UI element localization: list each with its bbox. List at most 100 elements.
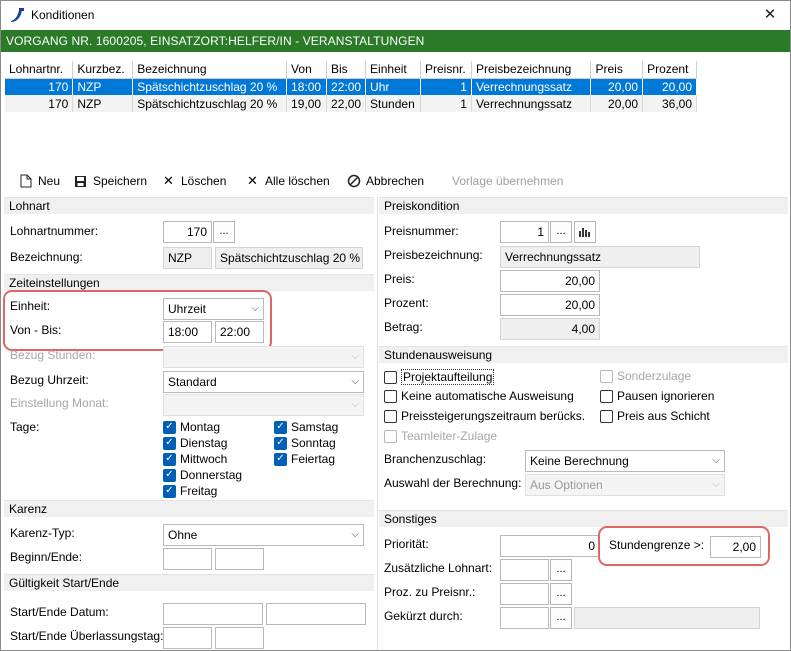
zusaetzliche-lohnart-label: Zusätzliche Lohnart: (384, 561, 493, 575)
einstellung-monat-label: Einstellung Monat: (10, 396, 109, 410)
column-header[interactable]: Preisnr. (420, 61, 472, 79)
prioritaet-label: Priorität: (384, 537, 429, 551)
start-datum-input[interactable] (163, 603, 263, 625)
gekuerzt-durch-input[interactable] (500, 607, 549, 629)
column-header[interactable]: Preisbezeichnung (471, 61, 592, 79)
column-header[interactable]: Prozent (642, 61, 697, 79)
checkbox-unchecked-icon (600, 409, 613, 423)
preisnummer-input[interactable]: 1 (500, 221, 549, 243)
proz-zu-preisnr-lookup-button[interactable]: ... (550, 583, 572, 605)
day-checkbox-dienstag[interactable]: ✓ Dienstag (163, 436, 227, 450)
karenz-typ-label: Karenz-Typ: (10, 526, 75, 540)
zusaetzliche-lohnart-input[interactable] (500, 559, 549, 581)
karenz-typ-select[interactable]: Ohne ⌵ (163, 524, 364, 546)
checkbox-unchecked-icon (600, 389, 613, 403)
bezug-uhrzeit-select[interactable]: Standard ⌵ (163, 371, 364, 393)
karenz-beginn-input[interactable] (163, 548, 212, 570)
auswahl-berechnung-select[interactable]: Aus Optionen ⌵ (525, 474, 725, 496)
day-checkbox-freitag[interactable]: ✓ Freitag (163, 484, 217, 498)
checkbox-checked-icon: ✓ (163, 436, 176, 450)
apply-template-button[interactable]: Vorlage übernehmen (452, 172, 563, 190)
ende-datum-input[interactable] (266, 603, 366, 625)
ende-ueberlassungstag-input[interactable] (215, 627, 264, 649)
karenz-ende-input[interactable] (215, 548, 264, 570)
table-row[interactable]: 170 NZP Spätschichtzuschlag 20 % 19,00 2… (5, 95, 697, 112)
preis-label: Preis: (384, 272, 415, 286)
day-checkbox-mittwoch[interactable]: ✓ Mittwoch (163, 452, 227, 466)
preisnummer-label: Preisnummer: (384, 224, 459, 238)
day-checkbox-donnerstag[interactable]: ✓ Donnerstag (163, 468, 242, 482)
bezeichnung-field: Spätschichtzuschlag 20 % (215, 247, 363, 269)
prozent-input[interactable]: 20,00 (500, 294, 600, 316)
table-cell: NZP (72, 78, 134, 95)
bar-chart-icon (579, 228, 590, 237)
projektaufteilung-checkbox[interactable]: Projektaufteilung (384, 369, 495, 385)
ueberlassungstag-label: Start/Ende Überlassungstag: (10, 629, 164, 643)
column-divider (377, 197, 378, 650)
bezug-uhrzeit-label: Bezug Uhrzeit: (10, 373, 89, 387)
section-lohnart: Lohnart (4, 197, 374, 214)
proz-zu-preisnr-input[interactable] (500, 583, 549, 605)
branchenzuschlag-label: Branchenzuschlag: (384, 452, 487, 466)
checkbox-checked-icon: ✓ (163, 484, 176, 498)
keine-automatische-ausweisung-checkbox[interactable]: Keine automatische Ausweisung (384, 389, 574, 403)
table-cell: Spätschichtzuschlag 20 % (132, 78, 288, 95)
day-label: Sonntag (291, 436, 336, 450)
delete-x-icon: ✕ (163, 173, 174, 188)
day-checkbox-feiertag[interactable]: ✓ Feiertag (274, 452, 335, 466)
preisbezeichnung-label: Preisbezeichnung: (384, 248, 483, 262)
column-header[interactable]: Bis (326, 61, 367, 79)
teamleiter-zulage-checkbox[interactable]: Teamleiter-Zulage (384, 429, 497, 443)
tage-label: Tage: (10, 420, 40, 434)
day-label: Montag (180, 420, 221, 434)
checkbox-label: Projektaufteilung (401, 369, 495, 385)
day-checkbox-sonntag[interactable]: ✓ Sonntag (274, 436, 336, 450)
proz-zu-preisnr-label: Proz. zu Preisnr.: (384, 585, 476, 599)
chevron-down-icon: ⌵ (351, 399, 359, 410)
start-ueberlassungstag-input[interactable] (163, 627, 212, 649)
checkbox-label: Sonderzulage (617, 369, 692, 383)
delete-button[interactable]: ✕ Löschen (161, 172, 226, 190)
preissteigerungszeitraum-checkbox[interactable]: Preissteigerungszeitraum berücks. (384, 409, 585, 423)
highlight-einheit-von-bis (3, 290, 272, 351)
lohnart-lookup-button[interactable]: ... (213, 221, 235, 243)
checkbox-unchecked-icon (600, 369, 613, 383)
einstellung-monat-select[interactable]: ⌵ (163, 394, 364, 416)
table-row[interactable]: 170 NZP Spätschichtzuschlag 20 % 18:00 2… (5, 78, 697, 95)
delete-all-button[interactable]: ✕ Alle löschen (245, 172, 330, 190)
column-header[interactable]: Lohnartnr. (5, 61, 74, 79)
lohnartnummer-input[interactable]: 170 (163, 221, 212, 243)
preis-chart-button[interactable] (574, 221, 596, 243)
column-header[interactable]: Von (286, 61, 328, 79)
section-stundenausweisung: Stundenausweisung (379, 346, 788, 363)
cancel-button[interactable]: Abbrechen (346, 172, 424, 190)
column-header[interactable]: Einheit (365, 61, 421, 79)
day-label: Feiertag (291, 452, 336, 466)
preis-input[interactable]: 20,00 (500, 270, 600, 292)
column-header[interactable]: Preis (590, 61, 644, 79)
branchenzuschlag-select[interactable]: Keine Berechnung ⌵ (525, 450, 725, 472)
pausen-ignorieren-checkbox[interactable]: Pausen ignorieren (600, 389, 714, 403)
close-icon[interactable]: ✕ (750, 1, 790, 30)
day-checkbox-samstag[interactable]: ✓ Samstag (274, 420, 338, 434)
bezeichnung-label: Bezeichnung: (10, 250, 83, 264)
checkbox-checked-icon: ✓ (274, 452, 287, 466)
preisbezeichnung-field: Verrechnungssatz (500, 246, 700, 268)
checkbox-label: Preis aus Schicht (617, 409, 710, 423)
preis-lookup-button[interactable]: ... (550, 221, 572, 243)
gekuerzt-durch-lookup-button[interactable]: ... (550, 607, 572, 629)
save-icon (73, 174, 88, 189)
checkbox-unchecked-icon (384, 409, 397, 423)
bezug-stunden-select[interactable]: ⌵ (163, 346, 364, 368)
day-checkbox-montag[interactable]: ✓ Montag (163, 420, 220, 434)
new-button[interactable]: Neu (18, 172, 60, 190)
zusaetzliche-lohnart-lookup-button[interactable]: ... (550, 559, 572, 581)
sonderzulage-checkbox[interactable]: Sonderzulage (600, 369, 691, 383)
chevron-down-icon: ⌵ (712, 455, 720, 466)
prioritaet-input[interactable]: 0 (500, 535, 600, 557)
save-button[interactable]: Speichern (73, 172, 147, 190)
column-header[interactable]: Bezeichnung (132, 61, 288, 79)
start-ende-datum-label: Start/Ende Datum: (10, 605, 109, 619)
column-header[interactable]: Kurzbez. (72, 61, 134, 79)
preis-aus-schicht-checkbox[interactable]: Preis aus Schicht (600, 409, 710, 423)
